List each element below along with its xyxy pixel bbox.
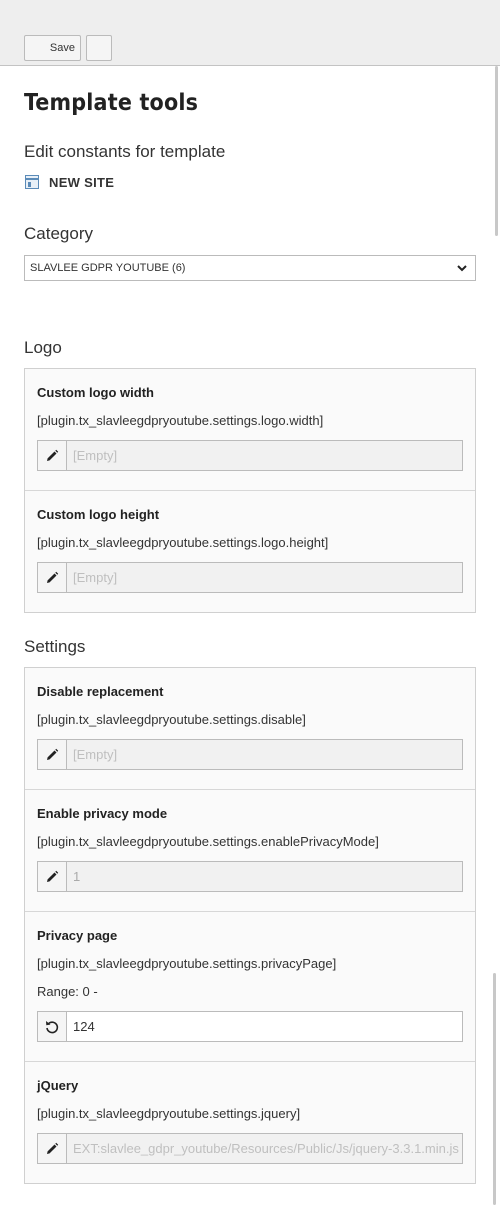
pencil-icon[interactable] bbox=[38, 862, 67, 891]
page-icon bbox=[25, 175, 39, 189]
field-value: 124 bbox=[73, 1019, 95, 1034]
settings-panel: Disable replacement [plugin.tx_slavleegd… bbox=[24, 667, 476, 1184]
logo-height-input[interactable]: [Empty] bbox=[37, 562, 463, 593]
section-title-settings: Settings bbox=[24, 637, 86, 656]
privacy-page-input[interactable]: 124 bbox=[37, 1011, 463, 1042]
field-range: Range: 0 - bbox=[37, 984, 98, 999]
site-record: NEW SITE bbox=[25, 174, 114, 190]
category-label: Category bbox=[24, 224, 93, 243]
field-key: [plugin.tx_slavleegdpryoutube.settings.d… bbox=[37, 712, 306, 727]
scrollbar-thumb-lower[interactable] bbox=[493, 973, 496, 1205]
field-value: 1 bbox=[73, 869, 81, 884]
save-button[interactable]: Save bbox=[24, 35, 81, 61]
field-value: [Empty] bbox=[73, 448, 118, 463]
field-label: Disable replacement bbox=[37, 684, 164, 699]
field-label: Custom logo width bbox=[37, 385, 154, 400]
field-privacy-page: Privacy page [plugin.tx_slavleegdpryoutu… bbox=[25, 912, 475, 1062]
undo-icon[interactable] bbox=[38, 1012, 67, 1041]
page-subtitle: Edit constants for template bbox=[24, 142, 226, 161]
field-value: [Empty] bbox=[73, 747, 118, 762]
category-selected-value: SLAVLEE GDPR YOUTUBE (6) bbox=[30, 262, 186, 274]
pencil-icon[interactable] bbox=[38, 740, 67, 769]
field-jquery: jQuery [plugin.tx_slavleegdpryoutube.set… bbox=[25, 1062, 475, 1183]
scrollbar-thumb[interactable] bbox=[495, 66, 498, 236]
field-label: Enable privacy mode bbox=[37, 806, 168, 821]
field-key: [plugin.tx_slavleegdpryoutube.settings.l… bbox=[37, 535, 329, 550]
docheader-toolbar: Save bbox=[0, 0, 500, 66]
enable-privacy-mode-input[interactable]: 1 bbox=[37, 861, 463, 892]
field-label: Custom logo height bbox=[37, 507, 160, 522]
disable-replacement-input[interactable]: [Empty] bbox=[37, 739, 463, 770]
extra-action-button[interactable] bbox=[86, 35, 112, 61]
pencil-icon[interactable] bbox=[38, 441, 67, 470]
field-enable-privacy-mode: Enable privacy mode [plugin.tx_slavleegd… bbox=[25, 790, 475, 912]
logo-width-input[interactable]: [Empty] bbox=[37, 440, 463, 471]
field-key: [plugin.tx_slavleegdpryoutube.settings.l… bbox=[37, 413, 324, 428]
jquery-input[interactable]: EXT:slavlee_gdpr_youtube/Resources/Publi… bbox=[37, 1133, 463, 1164]
field-logo-height: Custom logo height [plugin.tx_slavleegdp… bbox=[25, 491, 475, 613]
field-label: Privacy page bbox=[37, 928, 118, 943]
field-key: [plugin.tx_slavleegdpryoutube.settings.p… bbox=[37, 956, 337, 971]
site-name: NEW SITE bbox=[49, 174, 115, 190]
field-key: [plugin.tx_slavleegdpryoutube.settings.j… bbox=[37, 1106, 301, 1121]
page-title: Template tools bbox=[24, 90, 199, 116]
pencil-icon[interactable] bbox=[38, 563, 67, 592]
field-label: jQuery bbox=[37, 1078, 79, 1093]
logo-panel: Custom logo width [plugin.tx_slavleegdpr… bbox=[24, 368, 476, 613]
field-key: [plugin.tx_slavleegdpryoutube.settings.e… bbox=[37, 834, 379, 849]
category-select[interactable]: SLAVLEE GDPR YOUTUBE (6) bbox=[24, 255, 476, 281]
chevron-down-icon bbox=[457, 256, 467, 280]
field-logo-width: Custom logo width [plugin.tx_slavleegdpr… bbox=[25, 369, 475, 491]
field-value: [Empty] bbox=[73, 570, 118, 585]
field-disable-replacement: Disable replacement [plugin.tx_slavleegd… bbox=[25, 668, 475, 790]
field-value: EXT:slavlee_gdpr_youtube/Resources/Publi… bbox=[73, 1141, 459, 1156]
pencil-icon[interactable] bbox=[38, 1134, 67, 1163]
section-title-logo: Logo bbox=[24, 338, 62, 357]
